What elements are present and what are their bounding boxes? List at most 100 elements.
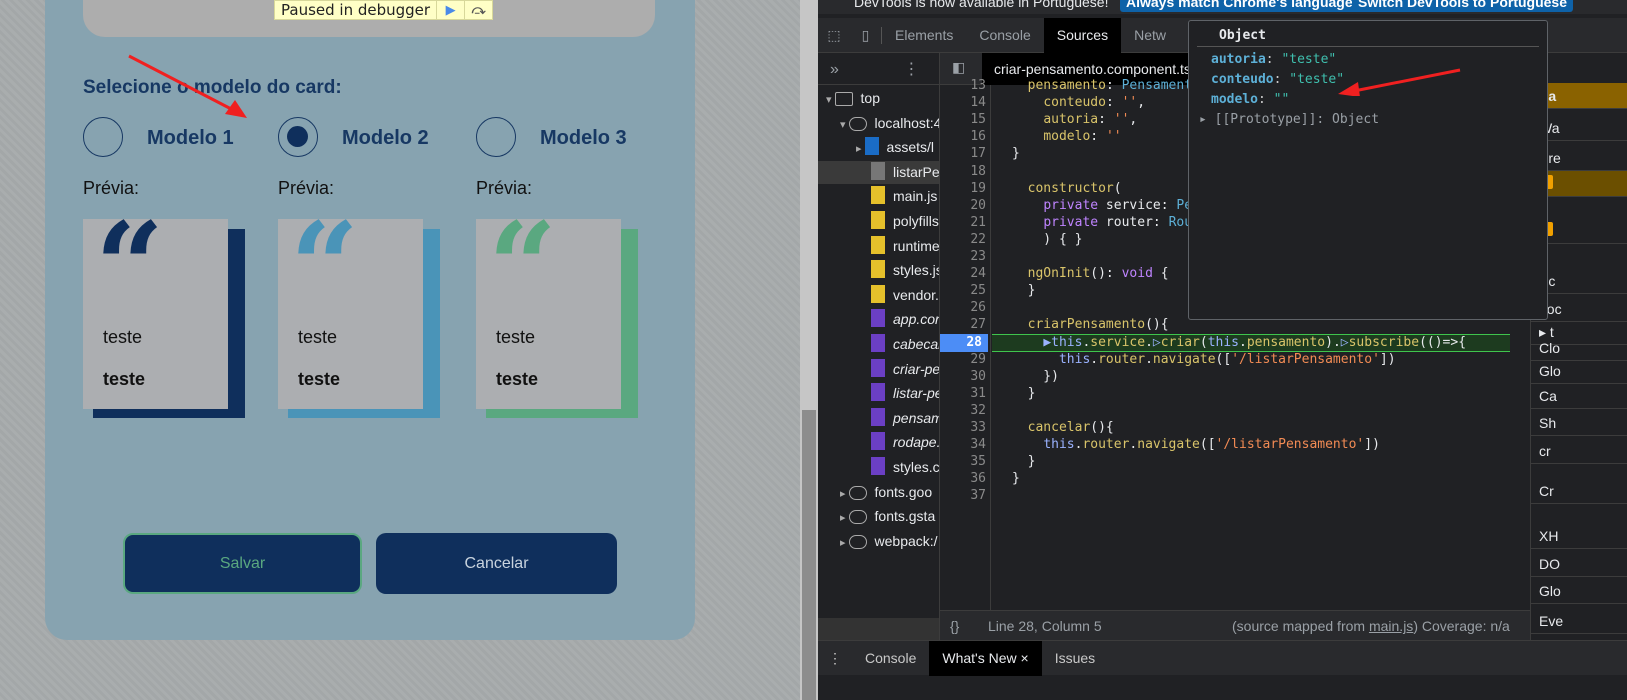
navigator-item[interactable]: main.js: [818, 185, 939, 208]
save-button[interactable]: Salvar: [123, 533, 362, 594]
cancel-button[interactable]: Cancelar: [376, 533, 617, 594]
expand-arrow-icon[interactable]: ▸: [840, 537, 846, 549]
drawer-tab-issues[interactable]: Issues: [1042, 641, 1108, 676]
line-number[interactable]: 26: [940, 300, 986, 315]
object-popover: Object autoria: "teste" conteudo: "teste…: [1188, 20, 1548, 320]
line-number[interactable]: 37: [940, 488, 986, 503]
sidebar-section[interactable]: Eve: [1531, 608, 1627, 634]
navigator-item[interactable]: ▸ assets/l: [818, 136, 939, 159]
step-over-icon[interactable]: ⤼: [464, 0, 492, 20]
code-line: modelo: '': [1043, 129, 1122, 145]
navigator-item[interactable]: listarPer: [818, 160, 940, 184]
resume-icon[interactable]: ▶: [436, 0, 464, 20]
breakpoint-marker[interactable]: 28: [940, 334, 988, 352]
close-icon[interactable]: ×: [1021, 650, 1029, 666]
sidebar-section[interactable]: Glo: [1531, 358, 1627, 384]
pretty-print-icon[interactable]: {}: [950, 611, 959, 641]
line-number[interactable]: 14: [940, 95, 986, 110]
navigator-item[interactable]: cabecal: [818, 333, 939, 356]
main-js-link[interactable]: main.js: [1369, 618, 1413, 634]
tab-network[interactable]: Netw: [1121, 18, 1179, 53]
code-line: ▶this.service.▷criar(this.pensamento).▷s…: [1043, 334, 1467, 350]
sidebar-section[interactable]: Glo: [1531, 578, 1627, 604]
navigator-item[interactable]: ▸ webpack:/: [818, 530, 939, 553]
navigator-scrollbar[interactable]: [818, 618, 939, 640]
sidebar-section[interactable]: cr: [1531, 438, 1627, 464]
navigator-item[interactable]: polyfills: [818, 210, 939, 233]
line-number[interactable]: 21: [940, 215, 986, 230]
banner-text: DevTools is now available in Portuguese!: [854, 0, 1109, 10]
line-number[interactable]: 35: [940, 454, 986, 469]
drawer-menu-icon[interactable]: ⋮: [818, 650, 852, 667]
line-number[interactable]: 24: [940, 266, 986, 281]
line-number[interactable]: 16: [940, 129, 986, 144]
tab-console[interactable]: Console: [966, 18, 1043, 53]
prototype-row[interactable]: ▸ [[Prototype]]: Object: [1199, 112, 1379, 127]
expand-arrow-icon[interactable]: ▸: [856, 143, 862, 155]
code-line: criarPensamento(){: [1027, 317, 1169, 333]
navigator-item[interactable]: ▸ fonts.gsta: [818, 505, 939, 528]
radio-modelo-3[interactable]: [476, 117, 516, 157]
expand-arrow-icon[interactable]: ▸: [840, 488, 846, 500]
navigator-label: polyfills: [893, 213, 939, 229]
line-number[interactable]: 32: [940, 403, 986, 418]
navigator-item[interactable]: listar-pe: [818, 382, 939, 405]
radio-modelo-2[interactable]: [278, 117, 318, 157]
line-number[interactable]: 13: [940, 78, 986, 93]
line-number[interactable]: 17: [940, 146, 986, 161]
tab-elements[interactable]: Elements: [882, 18, 966, 53]
drawer-tab-whats-new[interactable]: What's New ×: [929, 640, 1042, 676]
line-number[interactable]: 36: [940, 471, 986, 486]
navigator-item[interactable]: ▾ top: [818, 87, 939, 110]
line-number[interactable]: 23: [940, 249, 986, 264]
line-number[interactable]: 20: [940, 198, 986, 213]
navigator-label: styles.js: [893, 262, 940, 279]
navigator-item[interactable]: runtime: [818, 235, 939, 258]
sidebar-section[interactable]: DO: [1531, 551, 1627, 577]
card-author: teste: [298, 369, 341, 389]
line-number[interactable]: 25: [940, 283, 986, 298]
expand-arrow-icon[interactable]: ▸: [840, 512, 846, 524]
scrollbar-thumb[interactable]: [802, 410, 816, 700]
line-number[interactable]: 33: [940, 420, 986, 435]
radio-modelo-1[interactable]: [83, 117, 123, 157]
line-number[interactable]: 27: [940, 317, 986, 332]
expand-arrow-icon[interactable]: ▾: [840, 119, 846, 131]
navigator-label: listarPer: [893, 163, 940, 180]
radio-label[interactable]: Modelo 2: [342, 127, 429, 150]
navigator-item[interactable]: criar-pe: [818, 358, 939, 381]
navigator-item[interactable]: styles.cs: [818, 456, 939, 479]
line-number[interactable]: 29: [940, 352, 986, 367]
navigator-item[interactable]: styles.js: [818, 259, 940, 282]
toggle-navigator-icon[interactable]: ◧: [952, 59, 965, 76]
radio-label[interactable]: Modelo 1: [147, 127, 234, 150]
navigator-item[interactable]: pensam: [818, 407, 939, 430]
tab-sources[interactable]: Sources: [1043, 17, 1122, 53]
drawer-tab-console[interactable]: Console: [852, 641, 929, 676]
navigator-item[interactable]: ▾ localhost:4: [818, 112, 939, 135]
navigator-item[interactable]: vendor.: [818, 284, 939, 307]
menu-icon[interactable]: ⋮: [903, 61, 919, 78]
line-number[interactable]: 34: [940, 437, 986, 452]
sidebar-section[interactable]: Cr: [1531, 478, 1627, 504]
sidebar-section[interactable]: Ca: [1531, 383, 1627, 409]
more-tabs-icon[interactable]: » ⋮: [818, 53, 939, 85]
line-number[interactable]: 18: [940, 164, 986, 179]
always-match-button[interactable]: Always match Chrome's language: [1120, 0, 1359, 12]
line-number[interactable]: 22: [940, 232, 986, 247]
switch-language-button[interactable]: Switch DevTools to Portuguese: [1352, 0, 1573, 12]
sidebar-section[interactable]: XH: [1531, 523, 1627, 549]
line-number[interactable]: 19: [940, 181, 986, 196]
sidebar-section[interactable]: Sh: [1531, 410, 1627, 436]
navigator-item[interactable]: rodape.: [818, 431, 939, 454]
line-number[interactable]: 31: [940, 386, 986, 401]
navigator-item[interactable]: ▸ fonts.goo: [818, 481, 939, 504]
expand-arrow-icon[interactable]: ▾: [826, 94, 832, 106]
navigator-item[interactable]: app.con: [818, 308, 939, 331]
line-number[interactable]: 30: [940, 369, 986, 384]
page-scrollbar[interactable]: [800, 0, 818, 700]
line-number[interactable]: 15: [940, 112, 986, 127]
radio-label[interactable]: Modelo 3: [540, 127, 627, 150]
device-toolbar-icon[interactable]: ▯: [850, 26, 882, 44]
inspect-icon[interactable]: ⬚: [818, 27, 850, 44]
